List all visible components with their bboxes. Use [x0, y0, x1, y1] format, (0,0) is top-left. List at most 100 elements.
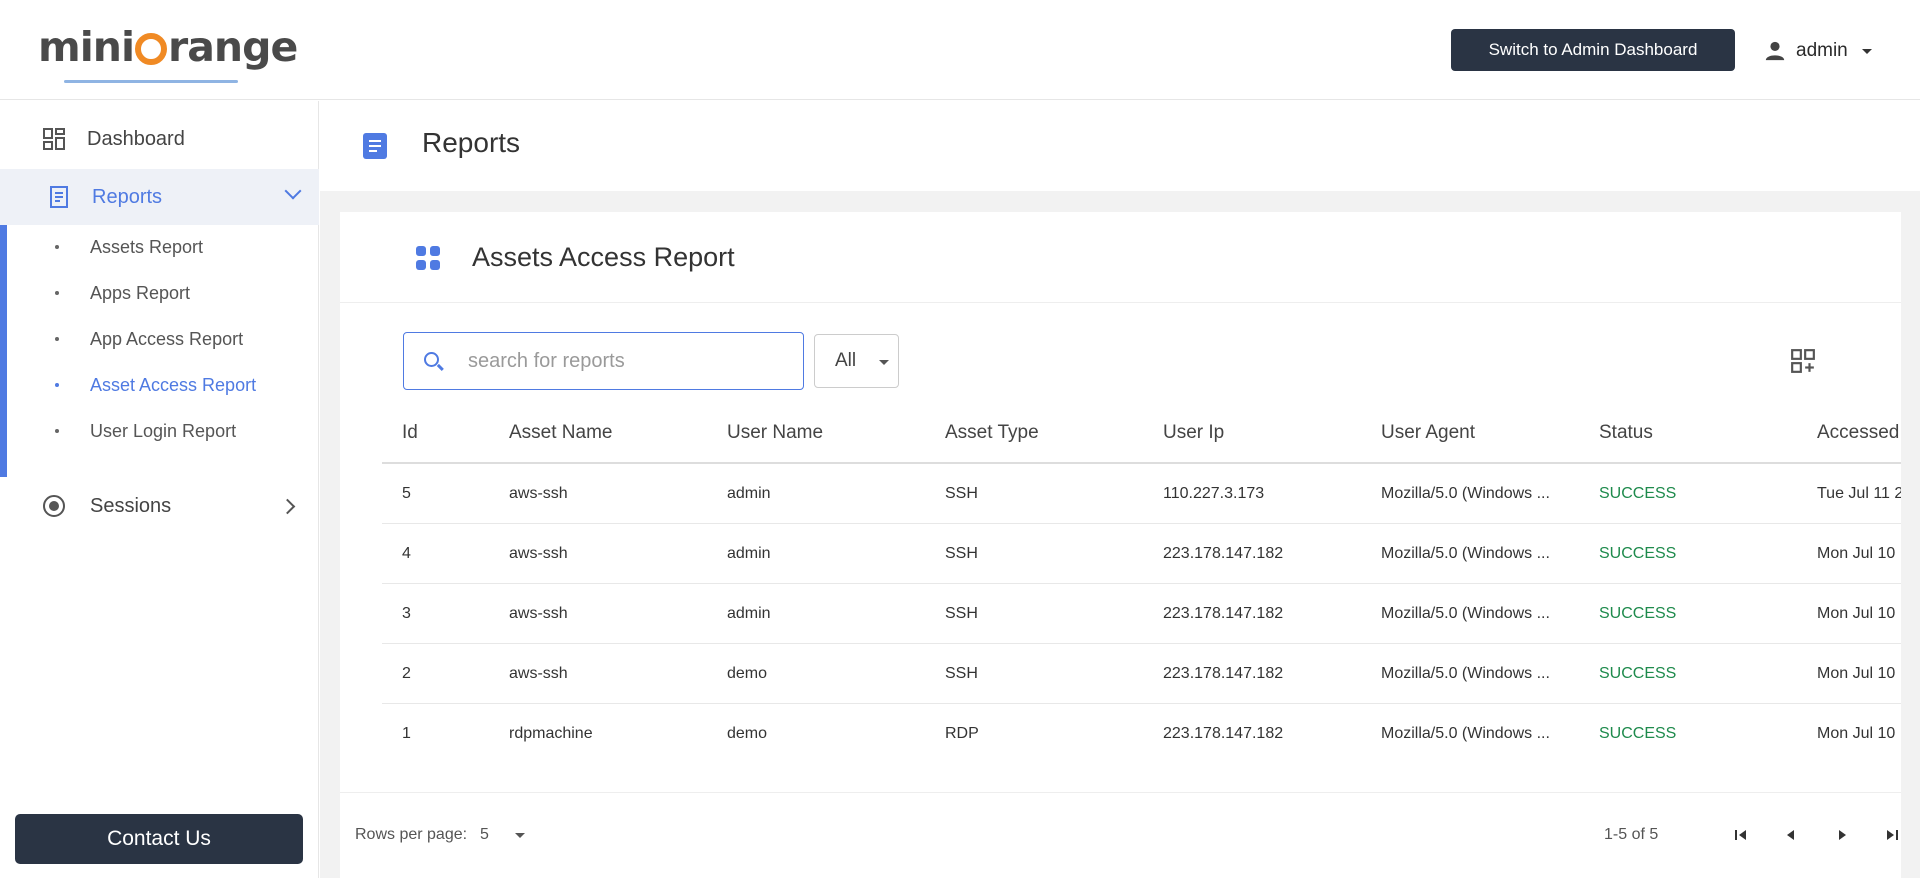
sidebar-subitem-assets-report[interactable]: Assets Report — [0, 227, 319, 267]
last-page-button[interactable] — [1877, 820, 1907, 850]
column-header-user-ip[interactable]: User Ip — [1163, 422, 1224, 444]
sidebar-subitem-asset-access-report[interactable]: Asset Access Report — [0, 365, 319, 405]
cell-asset-type: SSH — [945, 605, 978, 622]
cell-id: 5 — [402, 485, 411, 502]
dashboard-icon — [43, 128, 65, 150]
table-row[interactable]: 2 aws-ssh demo SSH 223.178.147.182 Mozil… — [382, 644, 1901, 704]
cell-accessed: Mon Jul 10 — [1817, 665, 1896, 682]
chevron-down-icon — [1861, 48, 1872, 54]
search-icon — [424, 352, 439, 367]
page-header: Reports — [320, 101, 1920, 191]
cell-accessed: Mon Jul 10 — [1817, 725, 1896, 742]
next-page-button[interactable] — [1827, 820, 1857, 850]
pagination-range: 1-5 of 5 — [1604, 826, 1659, 843]
cell-user-agent: Mozilla/5.0 (Windows ... — [1381, 485, 1550, 502]
column-header-asset-type[interactable]: Asset Type — [945, 422, 1039, 444]
cell-asset-name: aws-ssh — [509, 605, 568, 622]
sidebar-item-reports[interactable]: Reports — [0, 169, 319, 225]
table-header-row: Id Asset Name User Name Asset Type User … — [382, 404, 1901, 464]
sidebar-subitem-app-access-report[interactable]: App Access Report — [0, 319, 319, 359]
column-header-id[interactable]: Id — [402, 422, 418, 444]
chevron-right-icon — [1839, 830, 1846, 840]
column-header-user-agent[interactable]: User Agent — [1381, 422, 1475, 444]
table-row[interactable]: 3 aws-ssh admin SSH 223.178.147.182 Mozi… — [382, 584, 1901, 644]
sidebar-subitem-label: App Access Report — [90, 328, 244, 349]
column-header-user-name[interactable]: User Name — [727, 422, 823, 444]
card-title: Assets Access Report — [472, 242, 735, 272]
main-content: Reports Assets Access Report All Id Asse… — [320, 101, 1920, 878]
cell-user-ip: 223.178.147.182 — [1163, 665, 1284, 682]
sidebar-item-label: Sessions — [90, 494, 172, 517]
table-row[interactable]: 1 rdpmachine demo RDP 223.178.147.182 Mo… — [382, 704, 1901, 764]
username-label: admin — [1796, 40, 1848, 61]
cell-user-name: demo — [727, 725, 768, 742]
user-menu[interactable]: admin — [1764, 33, 1872, 69]
logo-wordmark: mini range — [38, 23, 298, 71]
bullet-icon — [55, 429, 59, 433]
pagination-bar: Rows per page: 5 1-5 of 5 — [340, 792, 1901, 878]
bullet-icon — [55, 383, 59, 387]
column-header-status[interactable]: Status — [1599, 422, 1653, 444]
sidebar-item-sessions[interactable]: Sessions — [0, 481, 319, 531]
cell-status: SUCCESS — [1599, 485, 1677, 502]
cell-id: 3 — [402, 605, 411, 622]
contact-us-button[interactable]: Contact Us — [15, 814, 303, 864]
search-input[interactable] — [468, 347, 788, 375]
report-icon — [50, 186, 68, 208]
cell-user-agent: Mozilla/5.0 (Windows ... — [1381, 725, 1550, 742]
rows-per-page-label: Rows per page: — [355, 826, 468, 843]
cell-asset-type: RDP — [945, 725, 979, 742]
status-filter-select[interactable]: All — [814, 334, 899, 388]
cell-user-name: admin — [727, 545, 771, 562]
card-header: Assets Access Report — [340, 212, 1901, 303]
cell-user-ip: 223.178.147.182 — [1163, 725, 1284, 742]
cell-status: SUCCESS — [1599, 605, 1677, 622]
cell-user-name: demo — [727, 665, 768, 682]
column-header-asset-name[interactable]: Asset Name — [509, 422, 612, 444]
chevron-down-icon — [879, 360, 889, 365]
minorange-logo[interactable]: mini range — [38, 22, 298, 83]
document-icon — [363, 133, 387, 159]
table-row[interactable]: 5 aws-ssh admin SSH 110.227.3.173 Mozill… — [382, 464, 1901, 524]
rows-per-page-select[interactable]: 5 — [480, 826, 489, 844]
sidebar-subitem-label: Assets Report — [90, 236, 204, 257]
sidebar-subitem-label: Apps Report — [90, 282, 191, 303]
previous-page-button[interactable] — [1776, 820, 1806, 850]
column-header-accessed[interactable]: Accessed — [1817, 422, 1901, 444]
apps-grid-icon — [416, 246, 440, 270]
cell-user-ip: 223.178.147.182 — [1163, 545, 1284, 562]
cell-asset-name: aws-ssh — [509, 485, 568, 502]
cell-user-name: admin — [727, 605, 771, 622]
sidebar-subitem-apps-report[interactable]: Apps Report — [0, 273, 319, 313]
first-page-icon — [1735, 830, 1746, 840]
logo-orange-icon — [135, 33, 168, 65]
sessions-icon — [43, 495, 65, 517]
cell-asset-name: aws-ssh — [509, 545, 568, 562]
logo-underline — [64, 80, 238, 83]
first-page-button[interactable] — [1726, 820, 1756, 850]
cell-accessed: Mon Jul 10 — [1817, 545, 1896, 562]
sidebar-subitem-user-login-report[interactable]: User Login Report — [0, 411, 319, 451]
cell-accessed: Tue Jul 11 20 — [1817, 485, 1901, 502]
last-page-icon — [1887, 830, 1898, 840]
cell-user-agent: Mozilla/5.0 (Windows ... — [1381, 605, 1550, 622]
cell-user-ip: 110.227.3.173 — [1163, 485, 1265, 502]
chevron-left-icon — [1787, 830, 1794, 840]
cell-asset-name: rdpmachine — [509, 725, 593, 742]
table-row[interactable]: 4 aws-ssh admin SSH 223.178.147.182 Mozi… — [382, 524, 1901, 584]
switch-to-admin-dashboard-button[interactable]: Switch to Admin Dashboard — [1451, 29, 1735, 71]
chevron-down-icon[interactable] — [515, 833, 525, 838]
report-card: Assets Access Report All Id Asset Name U… — [340, 212, 1901, 878]
cell-asset-type: SSH — [945, 665, 978, 682]
sidebar-item-dashboard[interactable]: Dashboard — [0, 115, 319, 163]
cell-user-agent: Mozilla/5.0 (Windows ... — [1381, 545, 1550, 562]
bullet-icon — [55, 291, 59, 295]
chevron-down-icon — [284, 182, 302, 200]
add-columns-icon[interactable] — [1790, 348, 1816, 374]
cell-id: 4 — [402, 545, 411, 562]
cell-status: SUCCESS — [1599, 725, 1677, 742]
sidebar-item-label: Reports — [92, 185, 163, 208]
search-box[interactable] — [403, 332, 804, 390]
cell-user-ip: 223.178.147.182 — [1163, 605, 1284, 622]
cell-id: 2 — [402, 665, 411, 682]
